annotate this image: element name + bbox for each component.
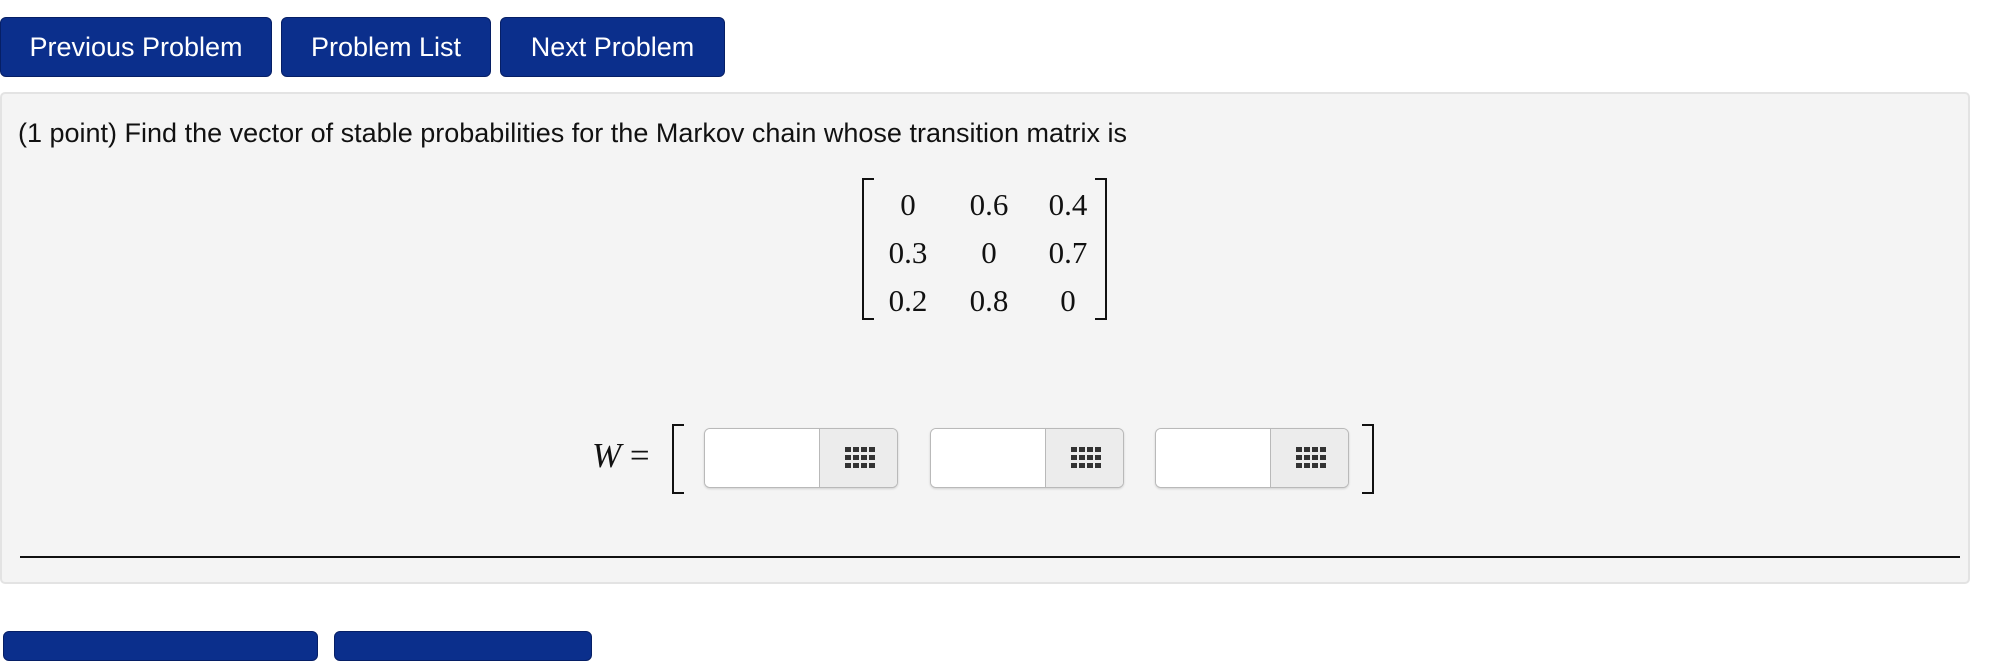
matrix-grid-icon[interactable] bbox=[1045, 429, 1123, 487]
matrix-cell: 0 bbox=[981, 235, 997, 270]
problem-prompt: (1 point) Find the vector of stable prob… bbox=[18, 118, 1128, 148]
answer-input-2[interactable] bbox=[931, 429, 1045, 487]
answer-left-bracket bbox=[672, 424, 684, 494]
matrix-grid-icon[interactable] bbox=[819, 429, 897, 487]
matrix-cell: 0.3 bbox=[888, 235, 928, 270]
answer-input-3[interactable] bbox=[1156, 429, 1270, 487]
matrix-cell: 0.8 bbox=[969, 283, 1009, 318]
problem-list-button[interactable]: Problem List bbox=[281, 17, 491, 77]
matrix-cell: 0 bbox=[900, 187, 916, 222]
divider bbox=[20, 556, 1960, 558]
matrix-grid-icon[interactable] bbox=[1270, 429, 1348, 487]
answer-row: W = bbox=[2, 424, 1968, 504]
matrix-cell: 0 bbox=[1060, 283, 1076, 318]
problem-panel: (1 point) Find the vector of stable prob… bbox=[0, 92, 1970, 584]
matrix-cell: 0.4 bbox=[1048, 187, 1088, 222]
bottom-action-button-1[interactable] bbox=[3, 631, 318, 661]
previous-problem-button[interactable]: Previous Problem bbox=[0, 17, 272, 77]
answer-group-1 bbox=[704, 428, 898, 488]
answer-right-bracket bbox=[1362, 424, 1374, 494]
matrix-cell: 0.7 bbox=[1048, 235, 1088, 270]
matrix-cell: 0.6 bbox=[969, 187, 1009, 222]
bottom-action-button-2[interactable] bbox=[334, 631, 592, 661]
answer-variable: W bbox=[592, 436, 622, 475]
transition-matrix: 0 0.6 0.4 0.3 0 0.7 0.2 0.8 0 bbox=[862, 178, 1107, 320]
answer-input-1[interactable] bbox=[705, 429, 819, 487]
answer-label: W = bbox=[592, 436, 650, 476]
answer-group-3 bbox=[1155, 428, 1349, 488]
matrix-cell: 0.2 bbox=[888, 283, 928, 318]
next-problem-button[interactable]: Next Problem bbox=[500, 17, 725, 77]
answer-group-2 bbox=[930, 428, 1124, 488]
equals-sign: = bbox=[629, 436, 650, 475]
